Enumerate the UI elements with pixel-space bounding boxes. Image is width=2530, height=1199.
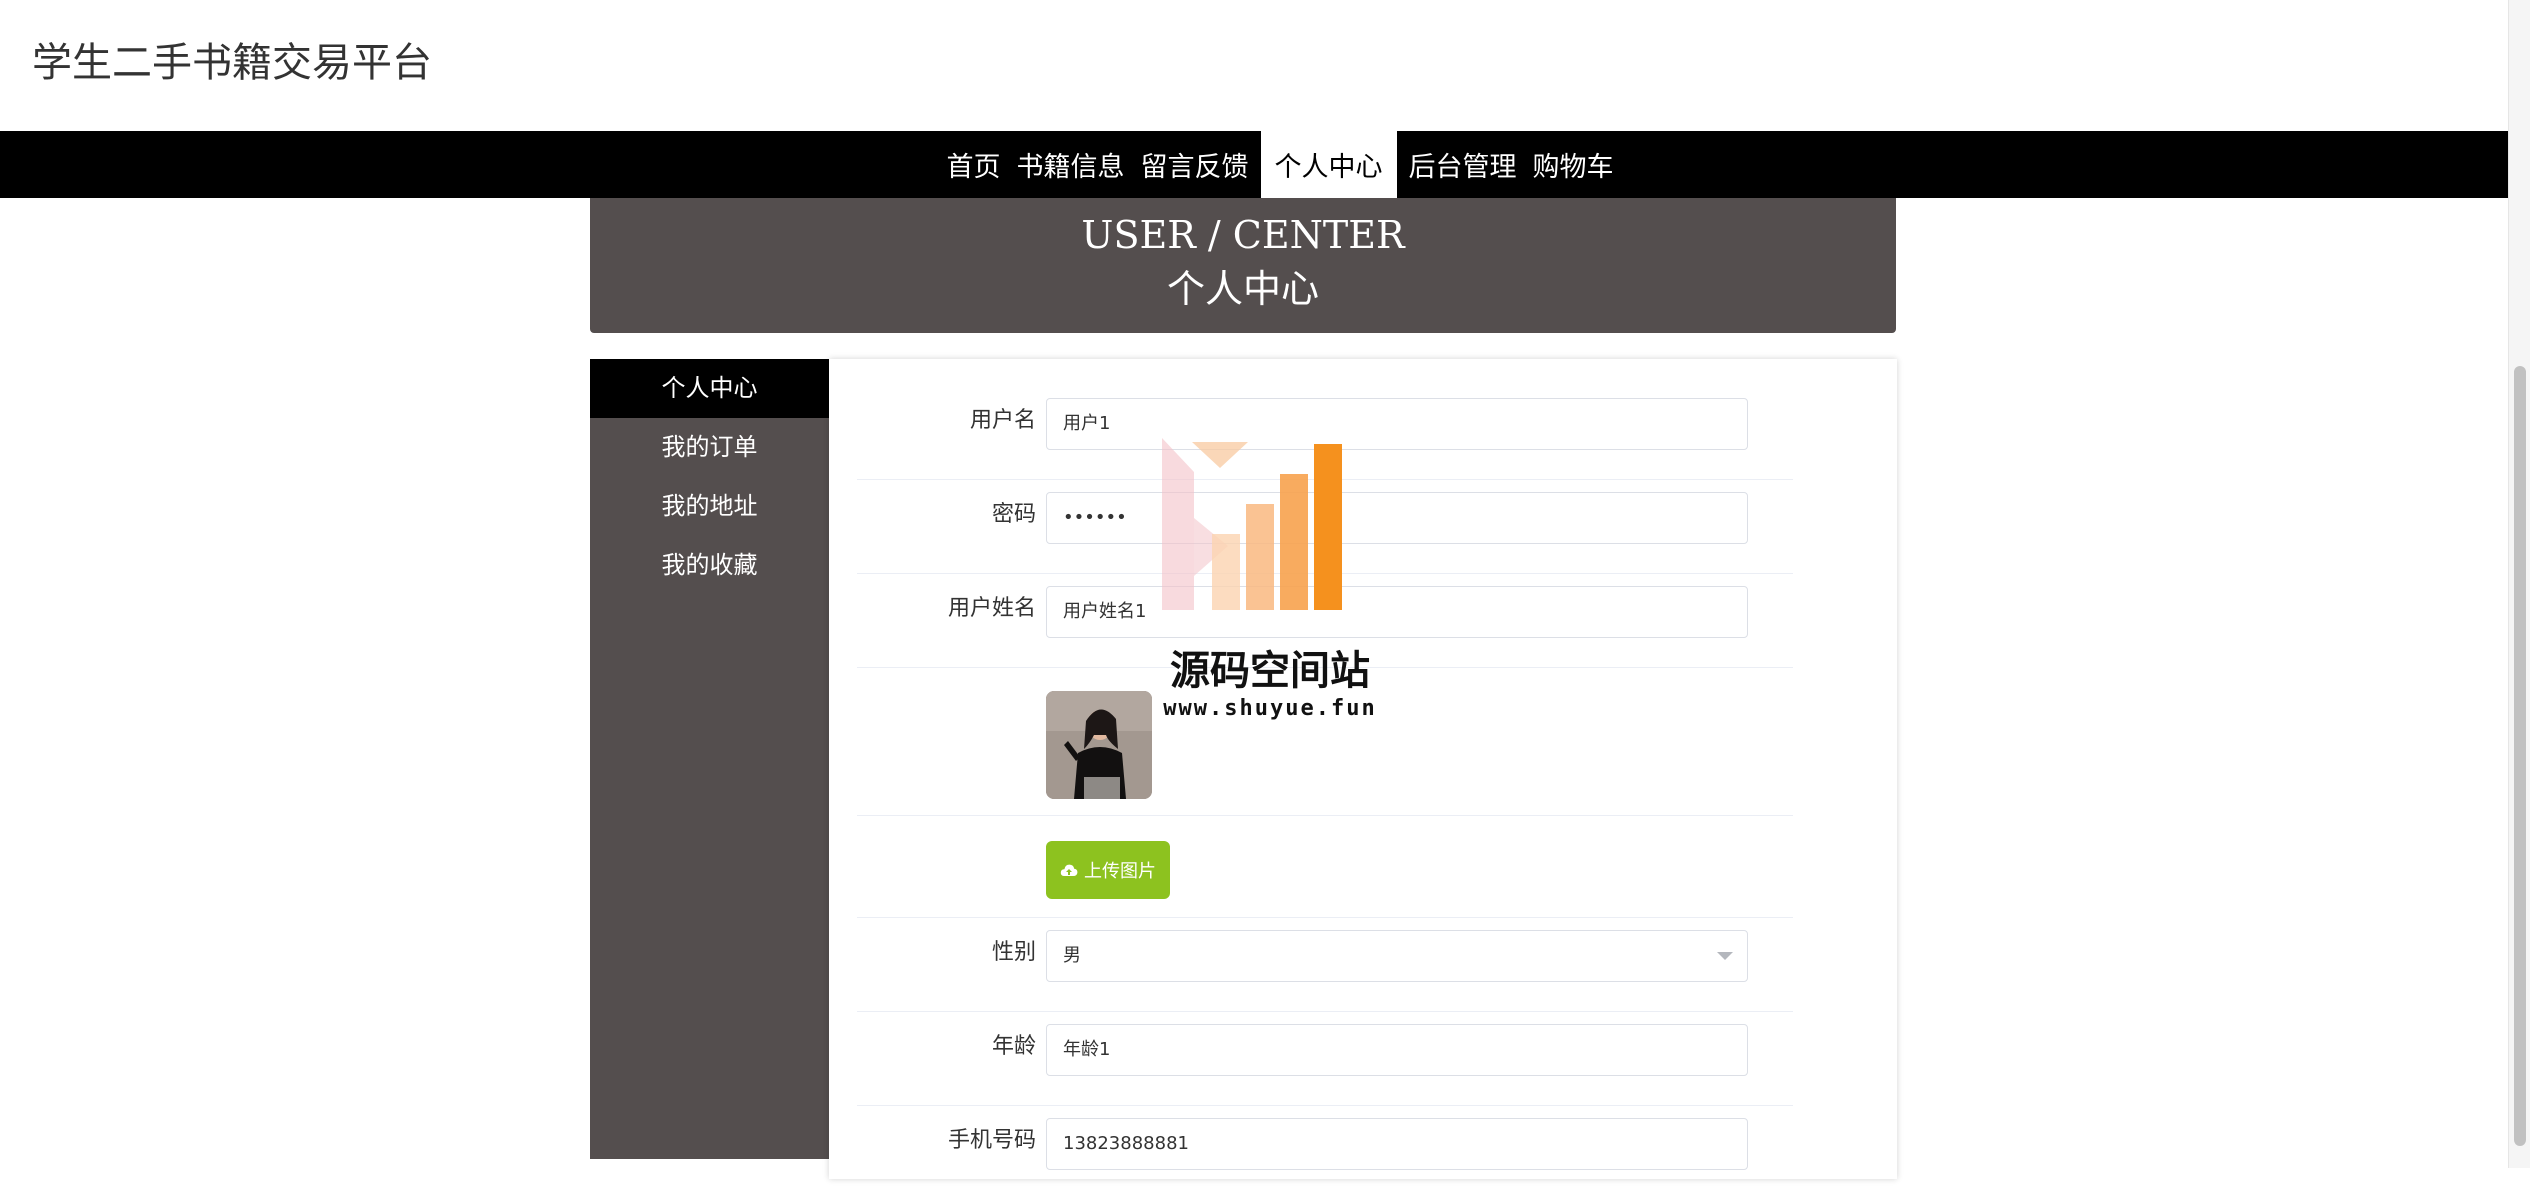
cloud-upload-icon bbox=[1060, 864, 1078, 876]
form-row-age: 年龄 年龄1 bbox=[857, 1011, 1793, 1106]
gender-label: 性别 bbox=[991, 940, 1036, 965]
side-item-user-center[interactable]: 个人中心 bbox=[590, 359, 829, 418]
main-nav: 首页 书籍信息 留言反馈 个人中心 后台管理 购物车 bbox=[0, 131, 2508, 198]
avatar-photo bbox=[1046, 691, 1152, 799]
username-label: 用户名 bbox=[969, 408, 1036, 433]
scrollbar-thumb[interactable] bbox=[2514, 366, 2526, 1146]
form-row-password: 密码 •••••• bbox=[857, 479, 1793, 574]
nav-item-feedback[interactable]: 留言反馈 bbox=[1133, 131, 1257, 198]
side-item-orders[interactable]: 我的订单 bbox=[590, 418, 829, 477]
nav-item-admin[interactable]: 后台管理 bbox=[1401, 131, 1525, 198]
form-row-phone: 手机号码 13823888881 bbox=[857, 1105, 1793, 1199]
user-form-panel: 用户名 用户1 密码 •••••• 用户姓名 用户姓名1 上传图片 性别 男 年… bbox=[829, 359, 1897, 1179]
nav-item-home[interactable]: 首页 bbox=[939, 131, 1009, 198]
banner-title-cn: 个人中心 bbox=[1166, 267, 1319, 311]
nav-list: 首页 书籍信息 留言反馈 个人中心 后台管理 购物车 bbox=[887, 131, 1622, 198]
gender-select-value: 男 bbox=[1063, 945, 1081, 966]
password-input[interactable]: •••••• bbox=[1046, 492, 1748, 544]
form-row-fullname: 用户姓名 用户姓名1 bbox=[857, 573, 1793, 668]
nav-item-books[interactable]: 书籍信息 bbox=[1009, 131, 1133, 198]
password-label: 密码 bbox=[991, 502, 1036, 527]
age-label: 年龄 bbox=[991, 1034, 1036, 1059]
avatar-image bbox=[1046, 691, 1152, 799]
side-item-favorites[interactable]: 我的收藏 bbox=[590, 536, 829, 595]
nav-item-cart[interactable]: 购物车 bbox=[1525, 131, 1622, 198]
page-scrollbar[interactable] bbox=[2508, 0, 2530, 1168]
fullname-label: 用户姓名 bbox=[947, 596, 1036, 621]
chevron-down-icon bbox=[1717, 952, 1733, 960]
side-menu: 个人中心 我的订单 我的地址 我的收藏 bbox=[590, 359, 829, 1159]
upload-image-button[interactable]: 上传图片 bbox=[1046, 841, 1170, 899]
phone-input[interactable]: 13823888881 bbox=[1046, 1118, 1748, 1170]
phone-label: 手机号码 bbox=[947, 1128, 1036, 1153]
age-input[interactable]: 年龄1 bbox=[1046, 1024, 1748, 1076]
username-input[interactable]: 用户1 bbox=[1046, 398, 1748, 450]
form-row-gender: 性别 男 bbox=[857, 917, 1793, 1012]
form-row-username: 用户名 用户1 bbox=[857, 385, 1793, 480]
form-row-upload: 上传图片 bbox=[857, 815, 1793, 918]
page-banner: USER / CENTER 个人中心 bbox=[590, 198, 1896, 333]
gender-select[interactable]: 男 bbox=[1046, 930, 1748, 982]
banner-title-en: USER / CENTER bbox=[1081, 213, 1405, 257]
upload-button-label: 上传图片 bbox=[1084, 861, 1156, 882]
site-header: 学生二手书籍交易平台 bbox=[0, 0, 2508, 131]
fullname-input[interactable]: 用户姓名1 bbox=[1046, 586, 1748, 638]
nav-item-user-center[interactable]: 个人中心 bbox=[1260, 131, 1397, 198]
form-row-avatar bbox=[857, 667, 1793, 816]
site-title: 学生二手书籍交易平台 bbox=[32, 40, 432, 86]
side-item-addresses[interactable]: 我的地址 bbox=[590, 477, 829, 536]
